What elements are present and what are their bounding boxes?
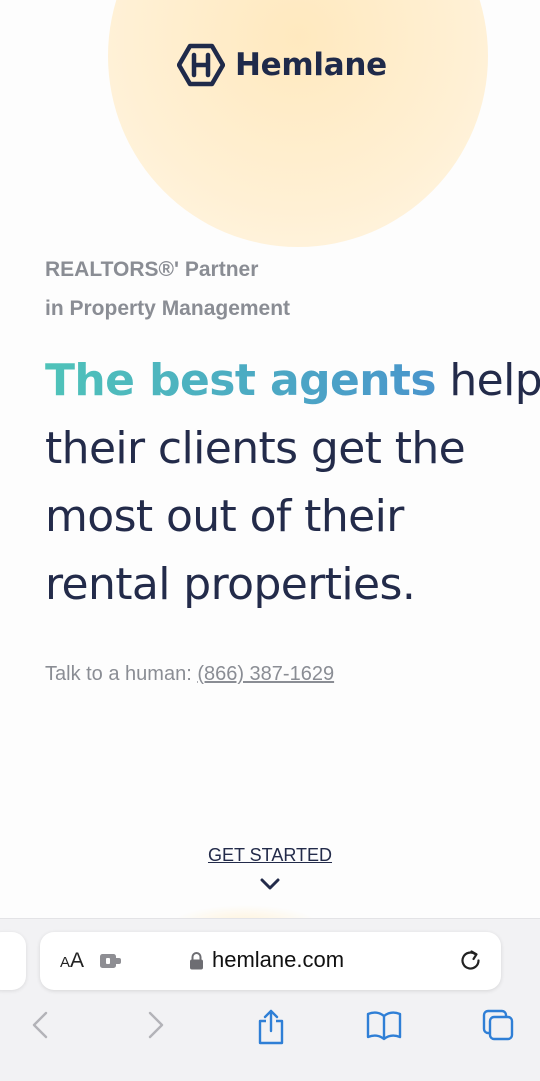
extension-icon[interactable] [99, 952, 123, 970]
headline-rest-1: help [435, 355, 540, 406]
reload-icon[interactable] [458, 948, 484, 974]
headline-line-1: The best agents help [45, 347, 540, 415]
eyebrow-text: REALTORS®' Partner in Property Managemen… [45, 250, 505, 328]
get-started-link[interactable]: GET STARTED [208, 845, 332, 865]
aa-icon[interactable]: AA [60, 949, 84, 973]
aa-small-glyph: A [60, 954, 71, 971]
url-text[interactable]: hemlane.com [212, 947, 344, 973]
hemlane-logo[interactable]: Hemlane [177, 43, 387, 87]
browser-toolbar: AA hemlane.com [0, 918, 540, 1081]
lock-icon [190, 952, 203, 970]
chevron-down-icon[interactable] [258, 877, 282, 891]
headline-line-4: rental properties. [45, 559, 416, 610]
hexagon-h-logo-icon [177, 43, 225, 87]
contact-line: Talk to a human: (866) 387-1629 [45, 663, 334, 686]
back-icon[interactable] [28, 1008, 52, 1042]
headline-line-3: most out of their [45, 491, 404, 542]
phone-link[interactable]: (866) 387-1629 [197, 663, 334, 685]
forward-icon[interactable] [144, 1008, 168, 1042]
hero-headline: The best agents help their clients get t… [45, 347, 540, 619]
get-started: GET STARTED [0, 845, 540, 866]
brand-name: Hemlane [235, 47, 387, 83]
share-icon[interactable] [255, 1008, 287, 1046]
previous-tab-peek[interactable] [0, 932, 26, 990]
hero-glow [108, 0, 488, 247]
headline-line-2: their clients get the [45, 423, 466, 474]
eyebrow-line-1: REALTORS®' Partner [45, 258, 259, 281]
bookmarks-icon[interactable] [366, 1008, 402, 1042]
contact-label: Talk to a human: [45, 663, 198, 685]
address-bar[interactable]: AA hemlane.com [40, 932, 501, 990]
aa-big-glyph: A [70, 949, 85, 972]
headline-highlight: The best agents [45, 355, 437, 406]
eyebrow-line-2: in Property Management [45, 297, 291, 320]
tabs-icon[interactable] [481, 1008, 515, 1042]
